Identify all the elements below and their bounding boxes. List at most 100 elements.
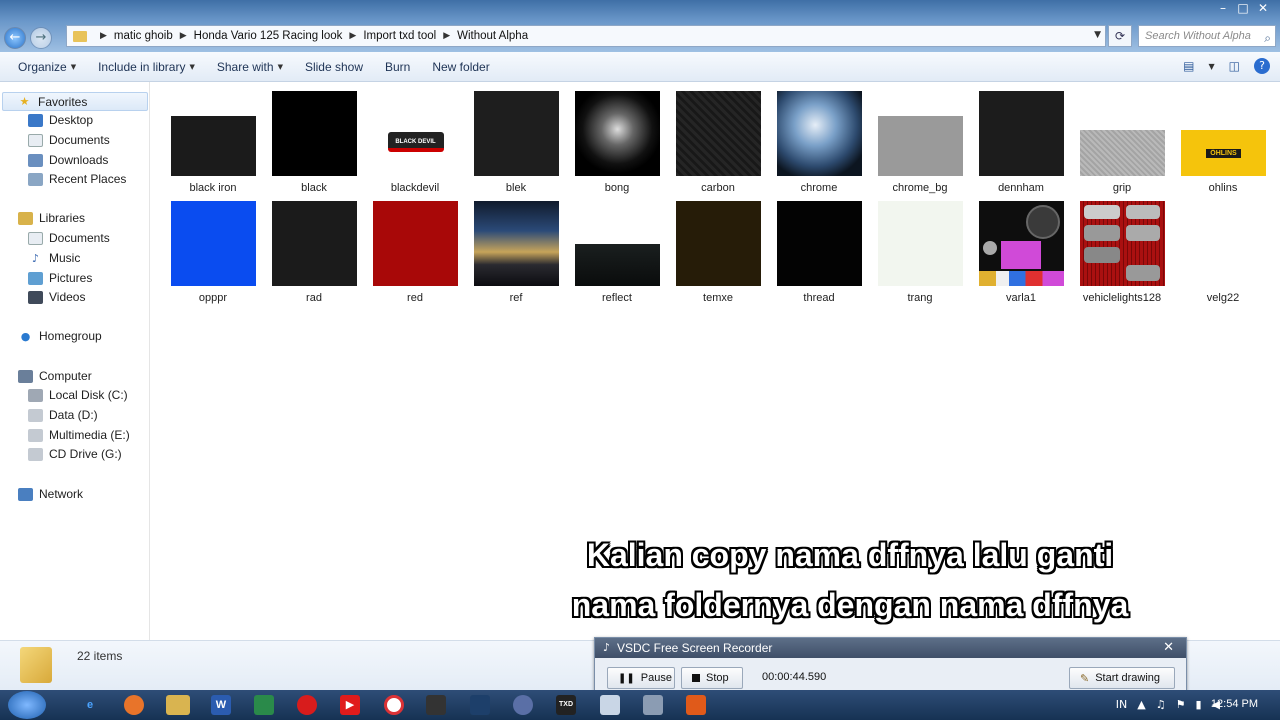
file-item[interactable]: opppr [163, 200, 263, 304]
start-drawing-button[interactable]: ✎ Start drawing [1069, 667, 1175, 689]
app-icon[interactable] [600, 695, 620, 715]
preview-pane-icon[interactable]: ◫ [1229, 59, 1240, 73]
thumbnail [1181, 201, 1266, 286]
nav-label: Libraries [39, 211, 86, 225]
search-icon[interactable]: ⌕ [1264, 28, 1271, 48]
nav-documents[interactable]: Documents [28, 133, 110, 147]
back-button[interactable]: ← [4, 27, 26, 49]
minimize-button[interactable]: – [1214, 0, 1232, 16]
pause-button[interactable]: ❚❚ Pause [607, 667, 675, 689]
nav-network[interactable]: Network [18, 487, 83, 501]
flag-icon[interactable]: ⚑ [1176, 698, 1186, 711]
close-icon[interactable]: ✕ [1163, 638, 1174, 658]
file-item[interactable]: temxe [668, 200, 768, 304]
firefox-icon[interactable] [124, 695, 144, 715]
address-bar[interactable]: ▶ matic ghoib ▶ Honda Vario 125 Racing loo… [66, 25, 1106, 47]
nav-cd-drive[interactable]: CD Drive (G:) [28, 447, 122, 461]
nav-label: Data (D:) [49, 408, 98, 422]
change-view-icon[interactable]: ▤ [1183, 59, 1194, 73]
include-in-library-menu[interactable]: Include in library ▼ [98, 60, 195, 74]
file-item[interactable]: velg22 [1173, 200, 1273, 304]
nav-downloads[interactable]: Downloads [28, 153, 108, 167]
file-item[interactable]: black iron [163, 90, 263, 194]
file-item[interactable]: dennham [971, 90, 1071, 194]
chrome-icon[interactable] [384, 695, 404, 715]
maximize-button[interactable]: □ [1234, 0, 1252, 16]
thumbnail [878, 116, 963, 176]
file-item[interactable]: BLACK DEVIL blackdevil [365, 90, 465, 194]
stop-button[interactable]: Stop [681, 667, 743, 689]
clock[interactable]: 12:54 PM [1211, 698, 1258, 710]
explorer-icon[interactable] [166, 695, 190, 715]
chevron-up-icon[interactable]: ▲ [1137, 698, 1145, 711]
file-item[interactable]: rad [264, 200, 364, 304]
word-icon[interactable]: W [211, 695, 231, 715]
chevron-down-icon[interactable]: ▼ [1094, 30, 1101, 40]
taskbar: e W ▶ TXD IN ▲ ♫ ⚑ ▮ ◀ 12:54 PM [0, 690, 1280, 720]
burn-button[interactable]: Burn [385, 60, 410, 74]
help-icon[interactable]: ? [1254, 58, 1270, 74]
txd-tool-icon[interactable]: TXD [556, 695, 576, 715]
nav-multimedia[interactable]: Multimedia (E:) [28, 428, 130, 442]
nav-libraries[interactable]: Libraries [18, 211, 85, 225]
app-icon[interactable] [470, 695, 490, 715]
start-button[interactable] [8, 691, 46, 719]
file-item[interactable]: black [264, 90, 364, 194]
search-input[interactable]: Search Without Alpha ⌕ [1138, 25, 1276, 47]
nav-homegroup[interactable]: ● Homegroup [18, 329, 102, 343]
file-item[interactable]: ref [466, 200, 566, 304]
nav-local-disk[interactable]: Local Disk (C:) [28, 388, 128, 402]
close-button[interactable]: ✕ [1254, 0, 1272, 16]
nav-desktop[interactable]: Desktop [28, 113, 93, 127]
nav-lib-documents[interactable]: Documents [28, 231, 110, 245]
refresh-button[interactable]: ⟳ [1108, 25, 1132, 47]
file-item[interactable]: trang [870, 200, 970, 304]
network-icon[interactable]: ▮ [1195, 698, 1201, 711]
speaker-icon[interactable]: ♫ [1156, 698, 1166, 711]
slide-show-button[interactable]: Slide show [305, 60, 363, 74]
forward-button[interactable]: → [30, 27, 52, 49]
recent-places-icon [28, 172, 43, 186]
breadcrumb-item[interactable]: ▶ Import txd tool [342, 30, 436, 42]
color-strip [979, 271, 1064, 286]
app-icon[interactable] [513, 695, 533, 715]
file-item[interactable]: carbon [668, 90, 768, 194]
breadcrumb-item[interactable]: ▶ matic ghoib [93, 30, 173, 42]
media-icon[interactable] [297, 695, 317, 715]
youtube-icon[interactable]: ▶ [340, 695, 360, 715]
file-item[interactable]: thread [769, 200, 869, 304]
thumbnail [272, 91, 357, 176]
app-icon[interactable] [643, 695, 663, 715]
nav-music[interactable]: ♪ Music [28, 251, 80, 265]
file-item[interactable]: chrome [769, 90, 869, 194]
file-item[interactable]: vehiclelights128 [1072, 200, 1172, 304]
breadcrumb-item[interactable]: ▶ Without Alpha [436, 30, 528, 42]
app-icon[interactable] [686, 695, 706, 715]
nav-data-d[interactable]: Data (D:) [28, 408, 98, 422]
app-icon[interactable] [254, 695, 274, 715]
thumbnail [171, 116, 256, 176]
nav-videos[interactable]: Videos [28, 290, 85, 304]
nav-pictures[interactable]: Pictures [28, 271, 92, 285]
nav-favorites[interactable]: ★ Favorites [2, 92, 148, 111]
organize-menu[interactable]: Organize ▼ [18, 60, 76, 74]
nav-recent-places[interactable]: Recent Places [28, 172, 126, 186]
file-item[interactable]: chrome_bg [870, 90, 970, 194]
file-item[interactable]: bong [567, 90, 667, 194]
file-item[interactable]: red [365, 200, 465, 304]
file-item[interactable]: blek [466, 90, 566, 194]
chevron-down-icon[interactable]: ▼ [1209, 62, 1215, 71]
documents-icon [28, 231, 43, 245]
file-item[interactable]: grip [1072, 90, 1172, 194]
file-item[interactable]: reflect [567, 200, 667, 304]
share-with-menu[interactable]: Share with ▼ [217, 60, 283, 74]
libraries-icon [18, 211, 33, 225]
internet-explorer-icon[interactable]: e [80, 695, 100, 715]
new-folder-button[interactable]: New folder [432, 60, 489, 74]
nav-computer[interactable]: Computer [18, 369, 92, 383]
language-indicator[interactable]: IN [1116, 698, 1127, 711]
breadcrumb-item[interactable]: ▶ Honda Vario 125 Racing look [173, 30, 343, 42]
file-item[interactable]: ÖHLINS ohlins [1173, 90, 1273, 194]
winrar-icon[interactable] [426, 695, 446, 715]
file-item[interactable]: varla1 [971, 200, 1071, 304]
